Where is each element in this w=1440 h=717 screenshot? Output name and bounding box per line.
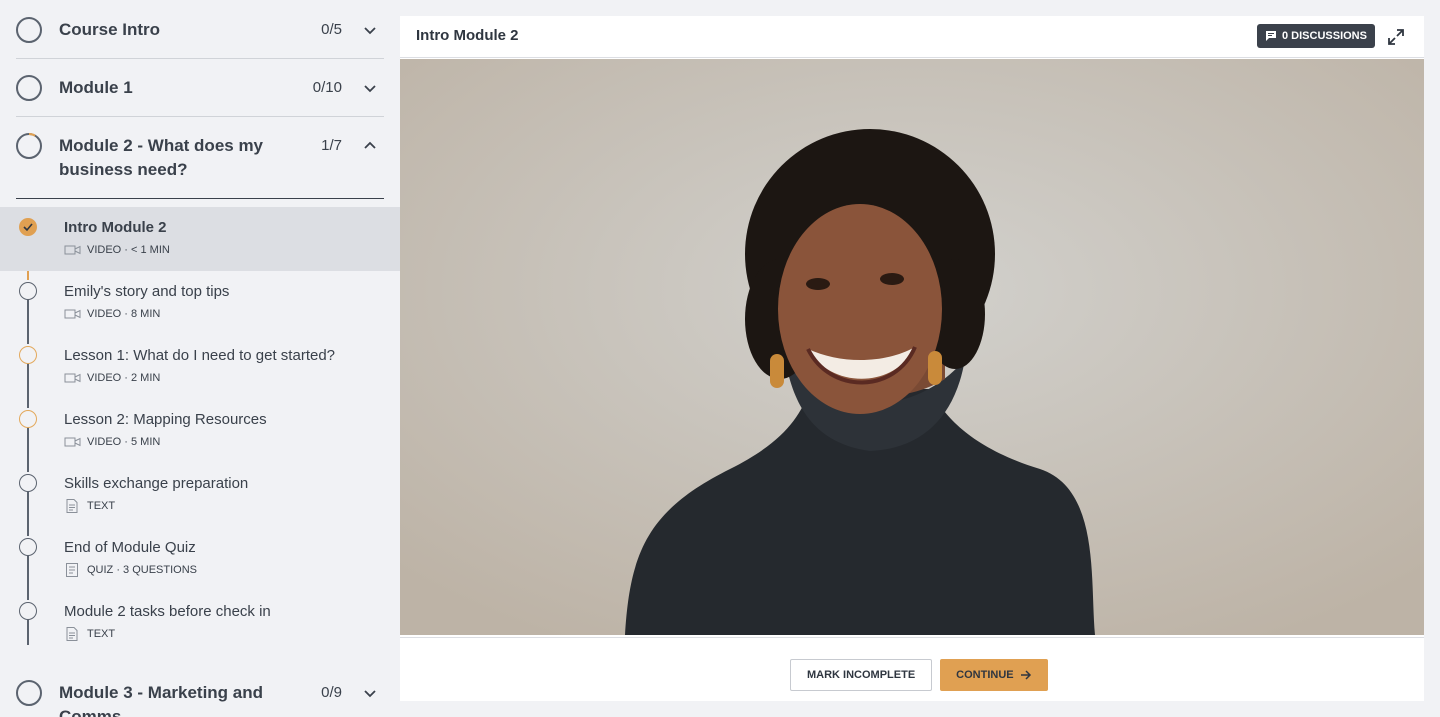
lesson-item[interactable]: Skills exchange preparation TEXT xyxy=(0,463,400,527)
lesson-title-heading: Intro Module 2 xyxy=(416,27,519,44)
video-icon xyxy=(64,437,81,447)
module-1[interactable]: Module 1 0/10 xyxy=(16,59,384,117)
status-circle-icon xyxy=(19,538,37,556)
continue-label: CONTINUE xyxy=(956,669,1014,681)
progress-circle-icon xyxy=(16,680,42,706)
lesson-title: Skills exchange preparation xyxy=(64,475,249,492)
module-title: Course Intro xyxy=(59,20,161,39)
lesson-meta: VIDEO · < 1 MIN xyxy=(64,243,170,257)
lesson-item[interactable]: End of Module Quiz QUIZ · 3 QUESTIONS xyxy=(0,527,400,591)
module-progress-count: 0/10 xyxy=(312,79,342,96)
status-circle-icon xyxy=(19,602,37,620)
chevron-down-icon[interactable] xyxy=(362,685,378,701)
discussions-label: 0 DISCUSSIONS xyxy=(1282,30,1367,42)
status-circle-icon xyxy=(19,346,37,364)
lesson-meta-text: VIDEO · 5 MIN xyxy=(87,436,161,448)
lesson-header: Intro Module 2 0 DISCUSSIONS xyxy=(400,16,1424,58)
divider xyxy=(16,198,384,199)
divider xyxy=(400,637,1424,638)
lesson-meta-text: QUIZ · 3 QUESTIONS xyxy=(87,564,198,576)
status-circle-icon xyxy=(19,410,37,428)
lesson-item[interactable]: Lesson 1: What do I need to get started?… xyxy=(0,335,400,399)
lesson-meta-text: TEXT xyxy=(87,500,116,512)
lesson-panel: Intro Module 2 0 DISCUSSIONS MARK INCOMP… xyxy=(400,16,1424,701)
lesson-meta-text: VIDEO · 2 MIN xyxy=(87,372,161,384)
module-title-line-2: business need? xyxy=(59,160,188,179)
progress-circle-icon xyxy=(16,75,42,101)
text-doc-icon xyxy=(66,499,78,513)
lesson-meta-text: VIDEO · 8 MIN xyxy=(87,308,161,320)
lesson-title: End of Module Quiz xyxy=(64,539,196,556)
video-icon xyxy=(64,373,81,383)
module-title-line-2: Comms xyxy=(59,707,122,717)
status-circle-icon xyxy=(19,282,37,300)
lesson-title: Lesson 2: Mapping Resources xyxy=(64,411,267,428)
module-title-line-1: Module 3 - Marketing and xyxy=(59,683,264,702)
expand-icon[interactable] xyxy=(1386,27,1406,47)
progress-circle-icon xyxy=(16,133,42,159)
video-icon xyxy=(64,245,81,255)
module-course-intro[interactable]: Course Intro 0/5 xyxy=(16,0,384,59)
lesson-meta: VIDEO · 8 MIN xyxy=(64,307,160,321)
lesson-item[interactable]: Emily's story and top tips VIDEO · 8 MIN xyxy=(0,271,400,335)
lesson-item-active[interactable]: Intro Module 2 VIDEO · < 1 MIN xyxy=(0,207,400,271)
lesson-item[interactable]: Module 2 tasks before check in TEXT xyxy=(0,591,400,655)
check-icon xyxy=(19,218,37,236)
comment-icon xyxy=(1266,31,1276,41)
lesson-meta: VIDEO · 5 MIN xyxy=(64,435,160,449)
lesson-meta: VIDEO · 2 MIN xyxy=(64,371,160,385)
text-doc-icon xyxy=(66,627,78,641)
instructor-video-frame xyxy=(400,59,1424,635)
chevron-down-icon[interactable] xyxy=(362,80,378,96)
lesson-meta-text: TEXT xyxy=(87,628,116,640)
continue-button[interactable]: CONTINUE xyxy=(940,659,1048,691)
quiz-icon xyxy=(66,563,78,577)
lesson-item[interactable]: Lesson 2: Mapping Resources VIDEO · 5 MI… xyxy=(0,399,400,463)
module-progress-count: 1/7 xyxy=(321,137,342,154)
arrow-right-icon xyxy=(1020,670,1031,680)
module-title-line-1: Module 2 - What does my xyxy=(59,136,264,155)
video-player[interactable] xyxy=(400,59,1424,635)
lesson-title: Emily's story and top tips xyxy=(64,283,230,300)
lesson-meta-text: VIDEO · < 1 MIN xyxy=(87,244,170,256)
lesson-title: Lesson 1: What do I need to get started? xyxy=(64,347,336,364)
lesson-meta: TEXT xyxy=(64,499,115,513)
lesson-meta: TEXT xyxy=(64,627,115,641)
lesson-actions: MARK INCOMPLETE CONTINUE xyxy=(790,659,1048,691)
chevron-down-icon[interactable] xyxy=(362,22,378,38)
lesson-meta: QUIZ · 3 QUESTIONS xyxy=(64,563,197,577)
video-icon xyxy=(64,309,81,319)
module-3[interactable]: Module 3 - Marketing and Comms 0/9 xyxy=(16,663,384,717)
course-sidebar: Course Intro 0/5 Module 1 0/10 Module 2 … xyxy=(0,0,400,717)
lesson-title: Intro Module 2 xyxy=(64,219,167,236)
module-progress-count: 0/5 xyxy=(321,21,342,38)
module-2[interactable]: Module 2 - What does my business need? 1… xyxy=(16,117,384,199)
module-title: Module 1 xyxy=(59,78,133,97)
progress-circle-icon xyxy=(16,17,42,43)
module-progress-count: 0/9 xyxy=(321,684,342,701)
mark-incomplete-button[interactable]: MARK INCOMPLETE xyxy=(790,659,933,691)
lesson-title: Module 2 tasks before check in xyxy=(64,603,271,620)
chevron-up-icon[interactable] xyxy=(362,138,378,154)
status-circle-icon xyxy=(19,474,37,492)
discussions-button[interactable]: 0 DISCUSSIONS xyxy=(1257,24,1375,48)
